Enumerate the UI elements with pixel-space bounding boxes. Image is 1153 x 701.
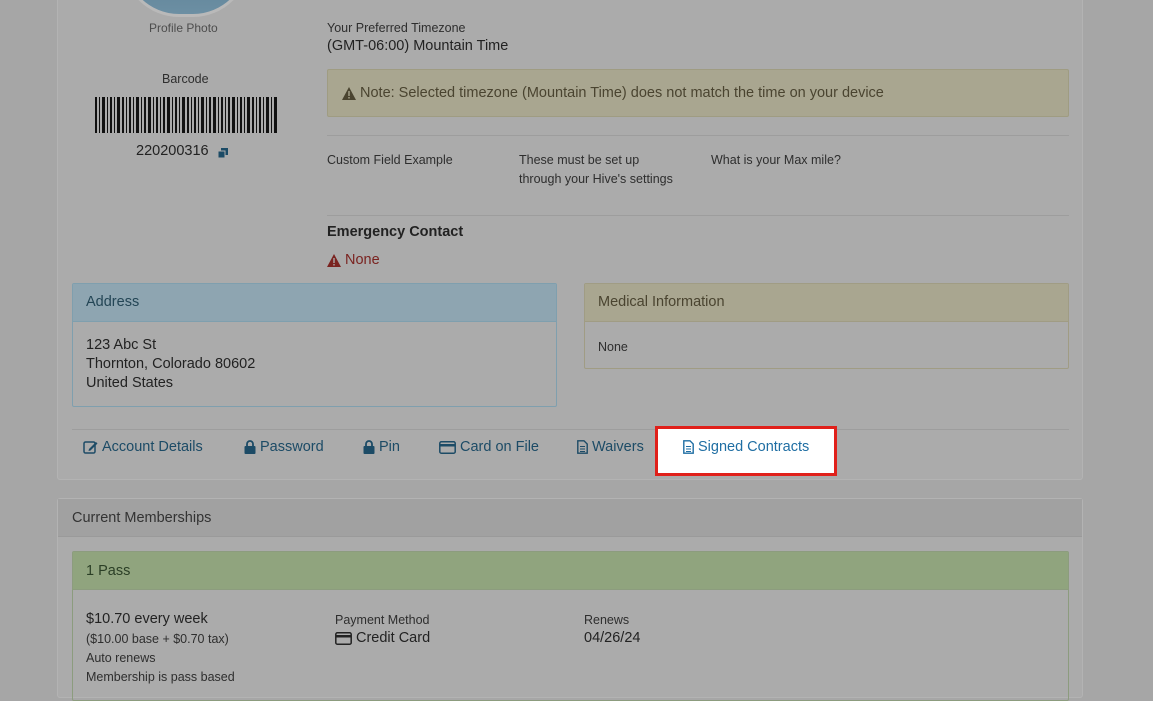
renews-value: 04/26/24: [584, 630, 641, 646]
barcode-image: [95, 97, 277, 133]
custom-field-max-mile: What is your Max mile?: [711, 153, 841, 167]
membership-price-breakdown: ($10.00 base + $0.70 tax): [86, 632, 229, 646]
divider: [327, 135, 1069, 136]
membership-name: 1 Pass: [73, 552, 1068, 590]
emergency-contact-none: None: [345, 252, 380, 268]
timezone-mismatch-text: Note: Selected timezone (Mountain Time) …: [360, 85, 884, 101]
edit-icon: [83, 440, 98, 454]
emergency-contact-title: Emergency Contact: [327, 224, 464, 240]
membership-basis: Membership is pass based: [86, 670, 235, 684]
address-line3: United States: [86, 375, 174, 391]
divider: [327, 215, 1069, 216]
tab-card-on-file[interactable]: Card on File: [439, 439, 539, 455]
membership-auto-renew: Auto renews: [86, 651, 156, 665]
timezone-value: (GMT-06:00) Mountain Time: [327, 38, 509, 54]
lock-icon: [244, 440, 256, 454]
address-box: Address 123 Abc St Thornton, Colorado 80…: [72, 283, 557, 407]
medical-info-title: Medical Information: [585, 284, 1068, 322]
medical-info-box: Medical Information None: [584, 283, 1069, 369]
tab-signed-contracts[interactable]: Signed Contracts: [683, 439, 809, 455]
warning-icon: [327, 253, 341, 267]
custom-field-setup-note-line2: through your Hive's settings: [519, 172, 673, 186]
current-memberships-title: Current Memberships: [58, 499, 1082, 537]
address-line1: 123 Abc St: [86, 337, 157, 353]
emergency-contact-value: None: [327, 252, 380, 268]
tab-password[interactable]: Password: [244, 439, 324, 455]
timezone-mismatch-alert: Note: Selected timezone (Mountain Time) …: [327, 69, 1069, 117]
divider: [72, 429, 1069, 430]
medical-info-value: None: [598, 340, 628, 354]
membership-price: $10.70 every week: [86, 611, 208, 627]
custom-field-setup-note-line1: These must be set up: [519, 153, 640, 167]
tab-account-details[interactable]: Account Details: [83, 439, 203, 455]
credit-card-icon: [335, 631, 352, 645]
profile-photo-label: Profile Photo: [149, 21, 218, 35]
payment-method-value: Credit Card: [335, 630, 430, 646]
address-title: Address: [73, 284, 556, 322]
timezone-label: Your Preferred Timezone: [327, 21, 466, 35]
document-icon: [577, 440, 588, 454]
tab-waivers[interactable]: Waivers: [577, 439, 644, 455]
barcode-number: 220200316: [136, 143, 209, 159]
tab-pin[interactable]: Pin: [363, 439, 400, 455]
credit-card-icon: [439, 440, 456, 454]
renews-label: Renews: [584, 613, 630, 627]
custom-field-example: Custom Field Example: [327, 153, 453, 167]
copy-icon[interactable]: [218, 148, 228, 158]
document-icon: [683, 440, 694, 454]
lock-icon: [363, 440, 375, 454]
address-line2: Thornton, Colorado 80602: [86, 356, 256, 372]
payment-method-label: Payment Method: [335, 613, 430, 627]
barcode-label: Barcode: [162, 72, 209, 86]
warning-icon: [342, 87, 356, 100]
profile-page: Profile Photo Barcode 220200316 Your Pre…: [0, 0, 1153, 701]
